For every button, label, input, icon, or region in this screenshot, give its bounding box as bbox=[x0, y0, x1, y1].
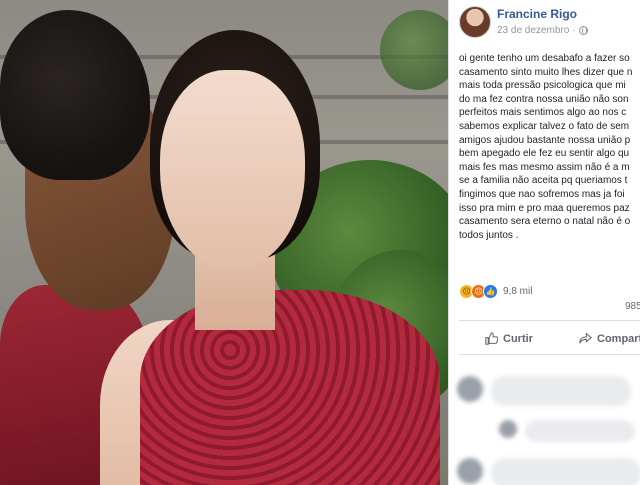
globe-icon bbox=[578, 26, 588, 35]
like-label: Curtir bbox=[503, 332, 533, 345]
comment-reply bbox=[499, 420, 635, 442]
post-panel: Francine Rigo 23 de dezembro · oi gente … bbox=[448, 0, 640, 485]
thumbs-up-icon bbox=[485, 332, 498, 345]
post-text-line: mais fes mas mesmo assim não é a m bbox=[459, 161, 630, 173]
post-text-line: fingimos que nao sofremos mas ja foi bbox=[459, 188, 625, 200]
comment-bubble bbox=[525, 420, 635, 442]
post-text-line: casamento sinto muito lhes dizer que n bbox=[459, 66, 633, 78]
like-button[interactable]: Curtir bbox=[485, 332, 533, 345]
share-button[interactable]: Comparti bbox=[579, 332, 640, 345]
reaction-count: 9,8 mil bbox=[503, 286, 533, 297]
plant bbox=[380, 10, 448, 90]
comment-item bbox=[457, 376, 631, 406]
woman-face bbox=[160, 70, 305, 270]
post-text-line: se a familia não aceita pq queriamos t bbox=[459, 175, 628, 187]
comment-item bbox=[457, 458, 640, 485]
separator-dot: · bbox=[572, 25, 576, 36]
author-name[interactable]: Francine Rigo bbox=[497, 7, 577, 21]
post-text-line: mais toda pressão psicologica que mi bbox=[459, 80, 626, 92]
red-lace-dress bbox=[140, 290, 440, 485]
post-text-line: sabemos explicar talvez o fato de sem bbox=[459, 120, 630, 132]
post-text-line: oi gente tenho um desabafo a fazer so bbox=[459, 53, 630, 64]
divider bbox=[459, 320, 640, 321]
shares-count[interactable]: 985 co bbox=[625, 301, 640, 312]
post-text-line: perfeitos mais sentimos algo ao nos c bbox=[459, 107, 627, 119]
share-arrow-icon bbox=[579, 332, 592, 344]
commenter-avatar bbox=[499, 420, 517, 438]
commenter-avatar bbox=[457, 376, 483, 402]
reactions-summary[interactable]: ☹ ☹ 👍 9,8 mil bbox=[459, 284, 532, 299]
share-label: Comparti bbox=[597, 332, 640, 345]
author-avatar[interactable] bbox=[459, 6, 491, 38]
post-text-line: todos juntos . bbox=[459, 229, 519, 241]
comment-bubble bbox=[491, 376, 631, 406]
post-text-line: isso pra mim e pro maa queremos paz bbox=[459, 202, 630, 214]
post-meta: 23 de dezembro · bbox=[497, 25, 588, 36]
comment-bubble bbox=[491, 458, 640, 485]
post-date[interactable]: 23 de dezembro bbox=[497, 25, 569, 36]
post-text-line: do ma fez contra nossa união não son bbox=[459, 93, 629, 105]
post-text-line: amigos ajudou bastante nossa união p bbox=[459, 134, 631, 146]
commenter-avatar bbox=[457, 458, 483, 484]
man-hair bbox=[0, 10, 150, 180]
post-text-line: bem apegado ele fez eu sentir algo qu bbox=[459, 148, 630, 160]
post-text: oi gente tenho um desabafo a fazer so cas… bbox=[459, 52, 640, 242]
like-reaction-icon: 👍 bbox=[483, 284, 498, 299]
post-text-line: casamento sera eterno o natal não é o bbox=[459, 216, 631, 228]
divider bbox=[459, 354, 640, 355]
post-photo[interactable] bbox=[0, 0, 448, 485]
